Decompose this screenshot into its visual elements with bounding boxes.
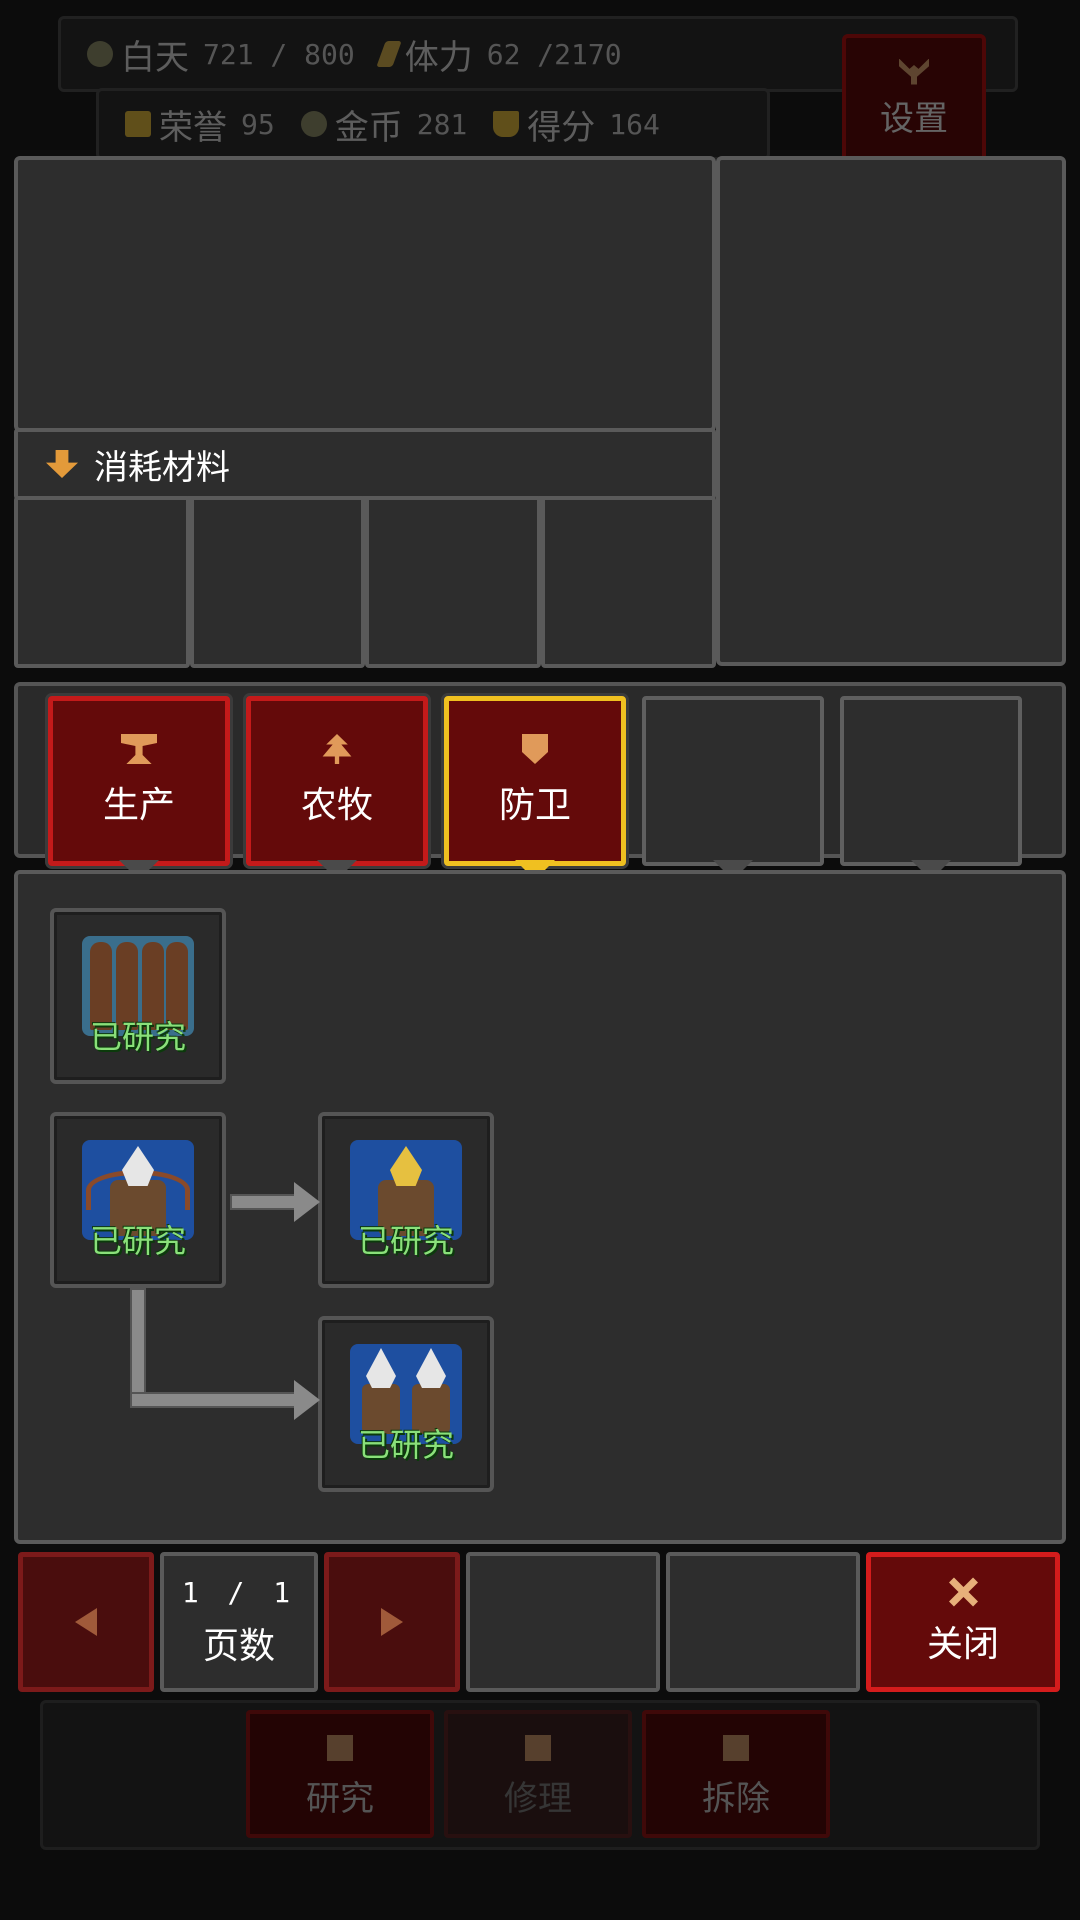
page-indicator: 1 / 1 页数 bbox=[160, 1552, 318, 1692]
anvil-icon bbox=[121, 734, 157, 764]
hammer-icon bbox=[525, 1735, 551, 1761]
tab-empty[interactable] bbox=[642, 696, 824, 880]
demolish-label: 拆除 bbox=[702, 1779, 770, 1819]
research-node-golden-turret[interactable]: 已研究 bbox=[318, 1112, 494, 1288]
repair-label: 修理 bbox=[504, 1779, 572, 1819]
settings-label: 设置 bbox=[880, 98, 948, 139]
preview-panel bbox=[716, 156, 1066, 666]
tab-defense[interactable]: 防卫 bbox=[444, 696, 626, 880]
arrow-right-icon bbox=[381, 1608, 403, 1636]
page-counter: 1 / 1 bbox=[181, 1575, 297, 1609]
sun-icon bbox=[87, 41, 113, 67]
material-slot[interactable] bbox=[189, 496, 365, 668]
gold-arrowhead-icon bbox=[390, 1146, 422, 1186]
tab-empty-face bbox=[840, 696, 1022, 866]
tab-label: 防卫 bbox=[498, 785, 571, 826]
research-button[interactable]: 研究 bbox=[246, 1710, 434, 1838]
materials-title: 消耗材料 bbox=[94, 447, 230, 488]
daytime-stat: 白天 721 / 800 bbox=[87, 30, 355, 79]
score-stat: 得分 164 bbox=[493, 100, 660, 149]
dialog-footer: 1 / 1 页数 关闭 bbox=[14, 1552, 1066, 1704]
footer-empty-slot bbox=[666, 1552, 860, 1692]
research-node-spike-trap[interactable]: 已研究 bbox=[50, 908, 226, 1084]
crown-icon bbox=[125, 111, 151, 137]
material-slot[interactable] bbox=[540, 496, 716, 668]
tab-production-face: 生产 bbox=[48, 696, 230, 866]
tab-defense-face: 防卫 bbox=[444, 696, 626, 866]
tree-connector bbox=[130, 1288, 146, 1398]
close-icon bbox=[948, 1577, 978, 1607]
axe-icon bbox=[723, 1735, 749, 1761]
tab-label: 农牧 bbox=[300, 785, 373, 826]
tree-icon bbox=[322, 734, 352, 764]
coin-icon bbox=[300, 111, 327, 137]
stamina-label: 体力 bbox=[404, 37, 473, 78]
tab-production[interactable]: 生产 bbox=[48, 696, 230, 880]
material-slot[interactable] bbox=[14, 496, 190, 668]
footer-empty-slot bbox=[466, 1552, 660, 1692]
arrow-down-icon bbox=[46, 450, 78, 478]
tab-empty[interactable] bbox=[840, 696, 1022, 880]
arrowhead-icon bbox=[366, 1348, 396, 1388]
close-label: 关闭 bbox=[926, 1624, 999, 1665]
tab-farming[interactable]: 农牧 bbox=[246, 696, 428, 880]
materials-header: 消耗材料 bbox=[14, 428, 716, 500]
settings-button[interactable]: 设置 bbox=[842, 34, 986, 164]
gold-value: 281 bbox=[416, 107, 468, 141]
next-page-button[interactable] bbox=[324, 1552, 460, 1692]
tree-connector bbox=[230, 1194, 300, 1210]
researched-label: 已研究 bbox=[357, 1222, 454, 1260]
flask-icon bbox=[327, 1735, 353, 1761]
honor-value: 95 bbox=[241, 107, 275, 141]
tab-label: 生产 bbox=[102, 785, 175, 826]
prev-page-button[interactable] bbox=[18, 1552, 154, 1692]
researched-label: 已研究 bbox=[357, 1426, 454, 1464]
wrench-icon bbox=[899, 58, 929, 85]
materials-slots bbox=[14, 496, 716, 668]
bolt-icon bbox=[375, 41, 402, 67]
tree-connector bbox=[130, 1392, 300, 1408]
daytime-value: 721 / 800 bbox=[203, 37, 355, 71]
description-panel bbox=[14, 156, 716, 432]
category-tabs: 生产 农牧 防卫 bbox=[14, 682, 1066, 880]
close-button[interactable]: 关闭 bbox=[866, 1552, 1060, 1692]
researched-label: 已研究 bbox=[89, 1018, 186, 1056]
gold-label: 金币 bbox=[334, 107, 403, 148]
status-bar-bottom: 荣誉 95 金币 281 得分 164 bbox=[96, 88, 770, 160]
shield-icon bbox=[522, 734, 548, 764]
tab-empty-face bbox=[642, 696, 824, 866]
researched-label: 已研究 bbox=[89, 1222, 186, 1260]
page-label: 页数 bbox=[202, 1625, 275, 1667]
connector-arrow-icon bbox=[294, 1380, 320, 1420]
research-dialog: 消耗材料 生产 农牧 防卫 已研究 已研究 已研究 已研究 1 / 1 页数 关… bbox=[14, 156, 1066, 1704]
daytime-label: 白天 bbox=[121, 37, 189, 78]
arrowhead-icon bbox=[122, 1146, 154, 1186]
research-tree: 已研究 已研究 已研究 已研究 bbox=[14, 870, 1066, 1544]
score-label: 得分 bbox=[527, 107, 596, 148]
material-slot[interactable] bbox=[365, 496, 541, 668]
trophy-icon bbox=[493, 111, 520, 137]
repair-button[interactable]: 修理 bbox=[444, 1710, 632, 1838]
stamina-stat: 体力 62 /2170 bbox=[375, 30, 622, 79]
stamina-value: 62 /2170 bbox=[486, 37, 622, 71]
research-node-twin-turret[interactable]: 已研究 bbox=[318, 1316, 494, 1492]
honor-stat: 荣誉 95 bbox=[125, 100, 275, 149]
gold-stat: 金币 281 bbox=[300, 100, 468, 149]
honor-label: 荣誉 bbox=[159, 107, 227, 148]
research-node-crossbow-turret[interactable]: 已研究 bbox=[50, 1112, 226, 1288]
arrow-left-icon bbox=[75, 1608, 97, 1636]
connector-arrow-icon bbox=[294, 1182, 320, 1222]
score-value: 164 bbox=[609, 107, 660, 141]
demolish-button[interactable]: 拆除 bbox=[642, 1710, 830, 1838]
arrowhead-icon bbox=[416, 1348, 446, 1388]
tab-farming-face: 农牧 bbox=[246, 696, 428, 866]
research-label: 研究 bbox=[306, 1779, 374, 1819]
